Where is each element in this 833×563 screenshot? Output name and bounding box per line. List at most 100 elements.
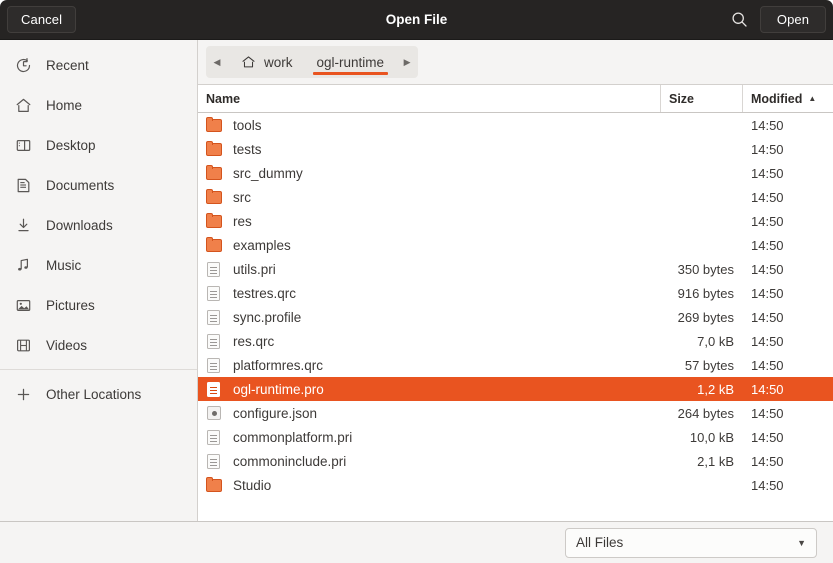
column-header-modified[interactable]: Modified ▲: [743, 85, 833, 112]
file-name-cell: src_dummy: [198, 165, 661, 181]
file-list[interactable]: tools14:50tests14:50src_dummy14:50src14:…: [198, 113, 833, 521]
open-file-dialog: Cancel Open File Open: [0, 0, 833, 563]
file-modified-cell: 14:50: [743, 142, 833, 157]
file-modified-cell: 14:50: [743, 334, 833, 349]
breadcrumb-item-work[interactable]: work: [228, 46, 305, 78]
download-icon: [12, 216, 34, 234]
file-name-label: res.qrc: [233, 334, 274, 349]
folder-icon: [206, 165, 223, 181]
folder-icon: [206, 237, 223, 253]
clock-icon: [12, 56, 34, 74]
chevron-left-icon[interactable]: ◀: [206, 46, 228, 78]
folder-icon: [206, 117, 223, 133]
file-size-cell: 264 bytes: [661, 406, 743, 421]
file-name-cell: ogl-runtime.pro: [198, 381, 661, 397]
file-row[interactable]: tests14:50: [198, 137, 833, 161]
chevron-right-icon[interactable]: ▶: [396, 46, 418, 78]
breadcrumb-label: ogl-runtime: [317, 55, 385, 70]
sidebar-item-documents[interactable]: Documents: [0, 165, 197, 205]
file-name-label: res: [233, 214, 252, 229]
sidebar-item-desktop[interactable]: Desktop: [0, 125, 197, 165]
sidebar-item-music[interactable]: Music: [0, 245, 197, 285]
column-header-label: Size: [669, 92, 694, 106]
file-name-label: utils.pri: [233, 262, 276, 277]
open-button[interactable]: Open: [760, 6, 826, 33]
file-row[interactable]: testres.qrc916 bytes14:50: [198, 281, 833, 305]
file-name-cell: src: [198, 189, 661, 205]
file-row[interactable]: ogl-runtime.pro1,2 kB14:50: [198, 377, 833, 401]
file-size-cell: 350 bytes: [661, 262, 743, 277]
file-name-label: src_dummy: [233, 166, 303, 181]
file-name-cell: examples: [198, 237, 661, 253]
file-modified-cell: 14:50: [743, 310, 833, 325]
file-modified-cell: 14:50: [743, 118, 833, 133]
file-modified-cell: 14:50: [743, 262, 833, 277]
sidebar-item-label: Recent: [46, 58, 89, 73]
breadcrumb: ◀ work ogl-runtime ▶: [206, 46, 418, 78]
file-size-cell: 2,1 kB: [661, 454, 743, 469]
file-size-cell: 269 bytes: [661, 310, 743, 325]
text-file-icon: [206, 357, 223, 373]
file-row[interactable]: platformres.qrc57 bytes14:50: [198, 353, 833, 377]
file-modified-cell: 14:50: [743, 406, 833, 421]
file-name-label: tools: [233, 118, 262, 133]
file-modified-cell: 14:50: [743, 214, 833, 229]
file-name-label: testres.qrc: [233, 286, 296, 301]
header-bar: Cancel Open File Open: [0, 0, 833, 40]
search-icon[interactable]: [726, 7, 752, 33]
file-row[interactable]: src_dummy 14:50: [198, 161, 833, 185]
file-name-label: sync.profile: [233, 310, 301, 325]
file-row[interactable]: configure.json264 bytes14:50: [198, 401, 833, 425]
sidebar-item-pictures[interactable]: Pictures: [0, 285, 197, 325]
folder-icon: [206, 189, 223, 205]
header-actions: Open: [726, 6, 826, 33]
file-name-label: examples: [233, 238, 291, 253]
sidebar-item-downloads[interactable]: Downloads: [0, 205, 197, 245]
music-note-icon: [12, 256, 34, 274]
sidebar-item-label: Desktop: [46, 138, 96, 153]
sidebar-item-label: Downloads: [46, 218, 113, 233]
sidebar-item-recent[interactable]: Recent: [0, 45, 197, 85]
file-row[interactable]: commonplatform.pri10,0 kB14:50: [198, 425, 833, 449]
file-row[interactable]: Studio14:50: [198, 473, 833, 497]
documents-icon: [12, 176, 34, 194]
sidebar-divider: [0, 369, 197, 370]
home-icon: [240, 55, 257, 70]
file-modified-cell: 14:50: [743, 238, 833, 253]
desktop-icon: [12, 136, 34, 154]
file-name-label: commonplatform.pri: [233, 430, 352, 445]
column-header-label: Name: [206, 92, 240, 106]
file-filter-value: All Files: [576, 535, 623, 550]
file-row[interactable]: sync.profile 269 bytes14:50: [198, 305, 833, 329]
file-row[interactable]: src14:50: [198, 185, 833, 209]
places-sidebar: Recent Home: [0, 40, 198, 521]
file-row[interactable]: examples 14:50: [198, 233, 833, 257]
text-file-icon: [206, 429, 223, 445]
sidebar-item-home[interactable]: Home: [0, 85, 197, 125]
file-row[interactable]: commoninclude.pri2,1 kB14:50: [198, 449, 833, 473]
column-header-size[interactable]: Size: [661, 85, 743, 112]
sidebar-item-other-locations[interactable]: Other Locations: [0, 374, 197, 414]
file-row[interactable]: res 14:50: [198, 209, 833, 233]
file-row[interactable]: utils.pri 350 bytes14:50: [198, 257, 833, 281]
file-row[interactable]: res.qrc7,0 kB14:50: [198, 329, 833, 353]
cancel-button[interactable]: Cancel: [7, 6, 76, 33]
file-name-label: src: [233, 190, 251, 205]
file-row[interactable]: tools 14:50: [198, 113, 833, 137]
breadcrumb-item-ogl-runtime[interactable]: ogl-runtime: [305, 46, 397, 78]
file-filter-dropdown[interactable]: All Files ▼: [565, 528, 817, 558]
file-name-cell: tools: [198, 117, 661, 133]
dialog-title: Open File: [0, 12, 833, 27]
file-size-cell: 10,0 kB: [661, 430, 743, 445]
text-file-icon: [206, 381, 223, 397]
file-name-cell: utils.pri: [198, 261, 661, 277]
sidebar-item-videos[interactable]: Videos: [0, 325, 197, 365]
file-modified-cell: 14:50: [743, 166, 833, 181]
column-headers: Name Size Modified ▲: [198, 85, 833, 113]
data-file-icon: [206, 405, 223, 421]
chevron-down-icon: ▼: [797, 538, 806, 548]
file-name-cell: commoninclude.pri: [198, 453, 661, 469]
file-name-label: Studio: [233, 478, 271, 493]
home-icon: [12, 96, 34, 114]
column-header-name[interactable]: Name: [198, 85, 661, 112]
